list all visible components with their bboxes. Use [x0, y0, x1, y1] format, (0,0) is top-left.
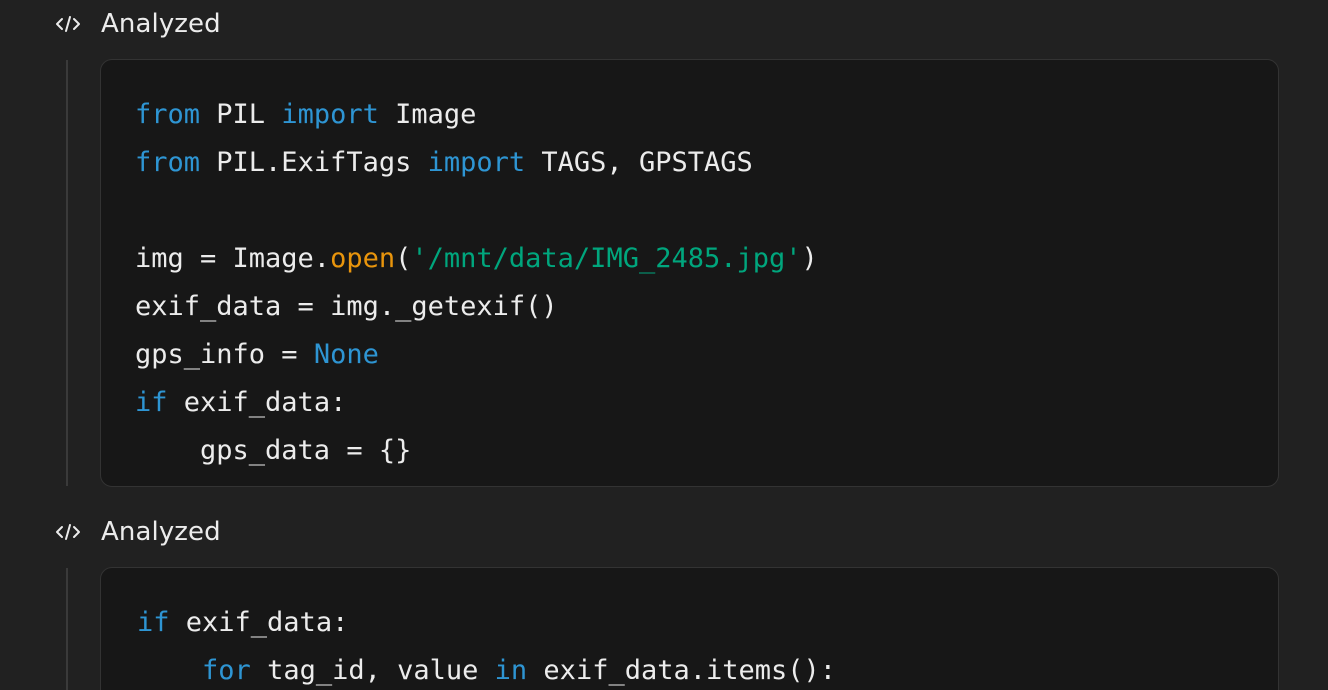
code-line: exif_data = img._getexif(): [135, 283, 818, 331]
code-text: PIL.ExifTags: [200, 147, 428, 178]
code-line: if exif_data:: [137, 599, 836, 647]
code-text: (: [395, 243, 412, 274]
code-text: exif_data:: [169, 607, 349, 638]
code-keyword: if: [135, 387, 168, 418]
code-keyword: import: [281, 99, 379, 130]
analysis-toggle-2[interactable]: Analyzed: [54, 516, 221, 548]
code-keyword: from: [135, 99, 201, 130]
code-line: img = Image.open('/mnt/data/IMG_2485.jpg…: [135, 235, 818, 283]
analysis-status-label: Analyzed: [101, 9, 221, 39]
code-text: exif_data.items():: [527, 655, 837, 686]
code-text: tag_id, value: [250, 655, 495, 686]
code-text: exif_data:: [167, 387, 347, 418]
code-function: open: [330, 243, 396, 274]
code-line: gps_info = None: [135, 331, 818, 379]
code-keyword: import: [427, 147, 526, 178]
code-text: gps_info =: [135, 339, 314, 370]
code-block-2: if exif_data: for tag_id, value in exif_…: [100, 567, 1279, 690]
chat-transcript: Analyzed from PIL import Image from PIL.E…: [0, 0, 1328, 690]
code-line: for tag_id, value in exif_data.items():: [137, 647, 836, 690]
code-content: if exif_data: for tag_id, value in exif_…: [137, 599, 836, 690]
code-text: PIL: [200, 99, 282, 130]
code-string: '/mnt/data/IMG_2485.jpg': [411, 243, 802, 274]
code-line: if exif_data:: [135, 379, 818, 427]
analysis-status-label: Analyzed: [101, 517, 221, 547]
code-icon: [54, 14, 82, 34]
code-keyword: None: [313, 339, 379, 370]
code-keyword: in: [494, 655, 528, 686]
code-text: Image: [378, 99, 477, 130]
code-text: TAGS, GPSTAGS: [525, 147, 753, 178]
code-line: gps_data = {}: [135, 427, 818, 475]
code-text: img = Image.: [135, 243, 331, 274]
code-text: gps_data = {}: [135, 435, 412, 466]
code-keyword: from: [135, 147, 201, 178]
analysis-toggle-1[interactable]: Analyzed: [54, 8, 221, 40]
code-block-1: from PIL import Image from PIL.ExifTags i…: [100, 59, 1279, 487]
code-keyword: if: [137, 607, 170, 638]
analysis-rail: [66, 568, 68, 690]
code-keyword: for: [202, 655, 251, 686]
code-icon: [54, 522, 82, 542]
code-content: from PIL import Image from PIL.ExifTags i…: [135, 91, 818, 475]
code-text: exif_data = img._getexif(): [135, 291, 558, 322]
code-text: ): [801, 243, 818, 274]
code-line: from PIL import Image: [135, 91, 818, 139]
code-line: from PIL.ExifTags import TAGS, GPSTAGS: [135, 139, 818, 187]
analysis-rail: [66, 60, 68, 486]
